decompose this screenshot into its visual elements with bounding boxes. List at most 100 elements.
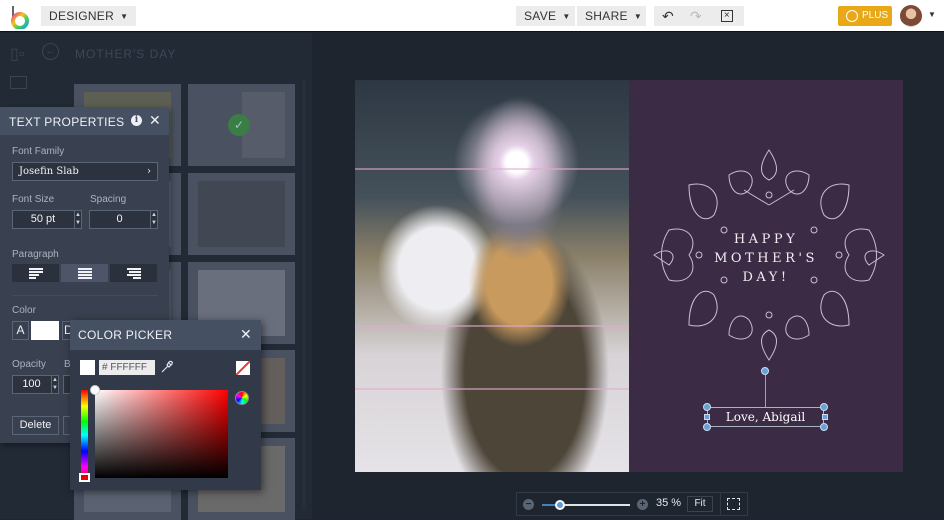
rotate-handle[interactable] bbox=[761, 367, 769, 375]
redo-icon[interactable]: ↷ bbox=[690, 6, 702, 26]
text-properties-header[interactable]: TEXT PROPERTIES i ✕ bbox=[0, 107, 169, 135]
panel-title: COLOR PICKER bbox=[78, 328, 173, 342]
lens-flare bbox=[355, 388, 629, 390]
headline-text[interactable]: HAPPY MOTHER'S DAY! bbox=[629, 230, 903, 287]
font-size-label: Font Size bbox=[12, 194, 55, 205]
opacity-input[interactable]: 100 ▲ ▼ bbox=[12, 375, 59, 394]
close-icon[interactable]: ✕ bbox=[240, 326, 252, 343]
designer-menu-label: DESIGNER bbox=[49, 9, 115, 23]
divider bbox=[720, 493, 721, 515]
resize-handle-bottom-right[interactable] bbox=[820, 423, 828, 431]
designer-menu[interactable]: DESIGNER ▼ bbox=[41, 6, 137, 26]
close-design-icon[interactable]: × bbox=[721, 10, 733, 22]
plus-label: PLUS bbox=[862, 10, 889, 21]
plus-upgrade-button[interactable]: PLUS bbox=[838, 6, 892, 26]
resize-handle-right[interactable] bbox=[822, 414, 828, 420]
color-picker-header[interactable]: COLOR PICKER ✕ bbox=[70, 320, 261, 350]
align-right-icon bbox=[127, 268, 141, 279]
template-thumbnail[interactable] bbox=[188, 173, 295, 255]
eyedropper-icon[interactable] bbox=[160, 360, 174, 374]
panel-title: TEXT PROPERTIES bbox=[9, 115, 125, 129]
delete-button[interactable]: Delete bbox=[12, 416, 59, 435]
color-swatch[interactable] bbox=[31, 321, 59, 340]
color-label: Color bbox=[12, 305, 36, 316]
zoom-out-icon[interactable]: − bbox=[523, 499, 534, 510]
color-field-knob[interactable] bbox=[90, 385, 100, 395]
color-wheel-icon[interactable] bbox=[235, 391, 249, 405]
zoom-toolbar: − + 35 % Fit bbox=[516, 492, 748, 516]
top-bar: DESIGNER ▼ SAVE ▼ SHARE ▼ ↶ ↷ × PLUS ▼ bbox=[0, 0, 944, 32]
paragraph-label: Paragraph bbox=[12, 249, 59, 260]
resize-handle-top-left[interactable] bbox=[703, 403, 711, 411]
headline-line: MOTHER'S bbox=[714, 251, 818, 266]
share-button[interactable]: SHARE ▼ bbox=[577, 6, 646, 26]
resize-handle-left[interactable] bbox=[704, 414, 710, 420]
lens-flare bbox=[355, 325, 629, 327]
template-thumbnail-selected[interactable]: ✓ bbox=[188, 84, 295, 166]
font-size-input[interactable]: 50 pt ▲ ▼ bbox=[12, 210, 82, 229]
sidebar-scrollbar[interactable] bbox=[302, 80, 306, 510]
logo-icon[interactable] bbox=[10, 5, 30, 29]
zoom-slider[interactable] bbox=[542, 500, 630, 510]
font-size-value: 50 pt bbox=[30, 213, 56, 225]
chevron-down-icon[interactable]: ▼ bbox=[928, 10, 936, 19]
photo-mother-baby[interactable] bbox=[355, 80, 629, 472]
selected-text-box[interactable]: Love, Abigail bbox=[707, 407, 824, 427]
hex-input[interactable]: # FFFFFF bbox=[99, 360, 155, 375]
spacing-input[interactable]: 0 ▲ ▼ bbox=[89, 210, 158, 229]
fullscreen-icon[interactable] bbox=[727, 498, 740, 510]
divider bbox=[12, 295, 158, 296]
align-left-button[interactable] bbox=[12, 264, 59, 282]
chevron-right-icon: › bbox=[147, 166, 151, 177]
hue-slider-knob[interactable] bbox=[79, 473, 90, 482]
stepper-icon[interactable]: ▲ ▼ bbox=[150, 211, 157, 228]
info-icon[interactable]: i bbox=[131, 115, 142, 126]
resize-handle-top-right[interactable] bbox=[820, 403, 828, 411]
zoom-level: 35 % bbox=[656, 497, 682, 509]
save-label: SAVE bbox=[524, 9, 557, 23]
close-icon[interactable]: ✕ bbox=[149, 112, 161, 129]
folder-icon[interactable] bbox=[10, 76, 27, 89]
layouts-icon[interactable]: ▯▫ bbox=[10, 44, 24, 64]
current-color-swatch bbox=[80, 360, 95, 375]
opacity-label: Opacity bbox=[12, 359, 46, 370]
saturation-value-field[interactable] bbox=[95, 390, 228, 478]
zoom-in-icon[interactable]: + bbox=[637, 499, 648, 510]
chevron-down-icon: ▼ bbox=[120, 12, 129, 21]
align-right-button[interactable] bbox=[110, 264, 157, 282]
share-label: SHARE bbox=[585, 9, 628, 23]
font-family-select[interactable]: Josefin Slab › bbox=[12, 162, 158, 181]
color-text-button[interactable]: A bbox=[12, 321, 29, 340]
resize-handle-bottom-left[interactable] bbox=[703, 423, 711, 431]
opacity-value: 100 bbox=[22, 378, 41, 390]
align-left-icon bbox=[29, 268, 43, 279]
no-color-icon[interactable] bbox=[236, 361, 250, 375]
hue-slider[interactable] bbox=[81, 390, 88, 480]
save-button[interactable]: SAVE ▼ bbox=[516, 6, 575, 26]
user-avatar[interactable] bbox=[900, 5, 922, 27]
stepper-icon[interactable]: ▲ ▼ bbox=[74, 211, 81, 228]
plus-badge-icon bbox=[846, 10, 858, 22]
stepper-icon[interactable]: ▲ ▼ bbox=[51, 376, 58, 393]
selected-text[interactable]: Love, Abigail bbox=[708, 408, 823, 426]
fit-button[interactable]: Fit bbox=[687, 496, 713, 512]
zoom-slider-knob[interactable] bbox=[554, 500, 565, 510]
history-group: ↶ ↷ × bbox=[654, 6, 744, 26]
chevron-down-icon: ▼ bbox=[562, 12, 571, 21]
font-family-label: Font Family bbox=[12, 146, 65, 157]
align-center-button[interactable] bbox=[61, 264, 108, 282]
spacing-label: Spacing bbox=[90, 194, 127, 205]
headline-line: HAPPY bbox=[733, 232, 799, 247]
undo-icon[interactable]: ↶ bbox=[662, 6, 674, 26]
font-family-value: Josefin Slab bbox=[19, 166, 79, 177]
checkmark-icon: ✓ bbox=[228, 114, 250, 136]
rotate-handle-line bbox=[765, 372, 766, 408]
color-picker-panel: COLOR PICKER ✕ # FFFFFF bbox=[70, 320, 261, 490]
align-center-icon bbox=[78, 268, 92, 279]
spacing-value: 0 bbox=[116, 213, 123, 225]
lens-flare bbox=[355, 168, 629, 170]
back-arrow-icon[interactable]: ← bbox=[42, 43, 59, 60]
breadcrumb: MOTHER'S DAY bbox=[75, 47, 177, 61]
chevron-down-icon: ▼ bbox=[633, 12, 643, 21]
headline-line: DAY! bbox=[742, 270, 790, 285]
